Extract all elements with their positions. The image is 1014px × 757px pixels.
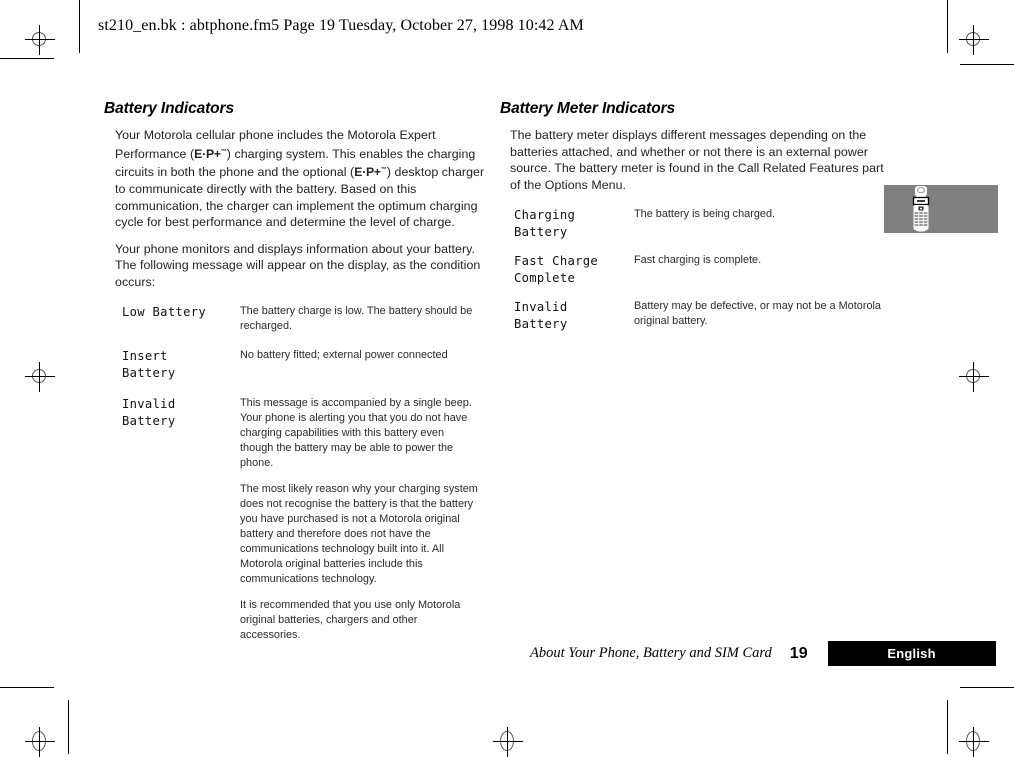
indicator-description: No battery fitted; external power connec… [240, 348, 480, 396]
registration-vline [39, 727, 40, 757]
trim-line-top-right-horizontal [960, 64, 1014, 65]
phone-illustration-icon [912, 186, 930, 232]
indicator-description: This message is accompanied by a single … [240, 396, 480, 657]
registration-mark-bottom-left [25, 727, 55, 757]
illustration-box [884, 185, 998, 233]
trim-line-bottom-right-horizontal [960, 687, 1014, 688]
description-paragraph: This message is accompanied by a single … [240, 397, 472, 470]
description-paragraph: Battery may be defective, or may not be … [634, 300, 881, 328]
registration-vline [39, 362, 40, 392]
table-row: Low Battery The battery charge is low. T… [122, 304, 480, 348]
paragraph-phone-monitors: Your phone monitors and displays informa… [115, 241, 481, 289]
footer-language-badge: English [827, 641, 996, 666]
description-paragraph: It is recommended that you use only Moto… [240, 599, 461, 642]
ep-logo-text: E·P+ [194, 146, 221, 161]
table-row: Insert Battery No battery fitted; extern… [122, 348, 480, 396]
registration-vline [973, 727, 974, 757]
registration-mark-bottom-right [959, 727, 989, 757]
footer-page-number: 19 [789, 644, 808, 662]
registration-vline [39, 25, 40, 55]
footer-chapter-title: About Your Phone, Battery and SIM Card [530, 645, 772, 661]
registration-mark-mid-right [959, 362, 989, 392]
ep-logo-text: E·P+ [354, 165, 381, 180]
description-paragraph: The most likely reason why your charging… [240, 483, 478, 586]
indicator-term: Insert Battery [122, 349, 176, 381]
registration-mark-top-left [25, 25, 55, 55]
registration-hline [25, 376, 55, 377]
registration-mark-mid-left [25, 362, 55, 392]
ep-logo-1: E·P+™ [194, 147, 227, 161]
trim-line-bottom-left-horizontal [0, 687, 54, 688]
indicator-term: Low Battery [122, 305, 207, 320]
paragraph-battery-meter-intro: The battery meter displays different mes… [510, 128, 884, 192]
description-paragraph: No battery fitted; external power connec… [240, 349, 448, 362]
battery-meter-indicators-table: Charging Battery The battery is being ch… [514, 207, 884, 345]
indicator-term: Invalid Battery [122, 397, 176, 429]
registration-vline [973, 362, 974, 392]
paragraph-expert-performance: Your Motorola cellular phone includes th… [104, 127, 486, 231]
trim-line-top-right-vertical [947, 0, 948, 53]
registration-hline [25, 741, 55, 742]
table-row: Invalid Battery Battery may be defective… [514, 299, 884, 345]
trim-line-bottom-left-vertical [68, 700, 69, 754]
indicator-term: Invalid Battery [514, 300, 568, 332]
indicator-description: Battery may be defective, or may not be … [634, 299, 884, 345]
registration-vline [973, 25, 974, 55]
section-title-battery-indicators: Battery Indicators [104, 100, 234, 117]
registration-vline [507, 727, 508, 757]
table-row: Fast Charge Complete Fast charging is co… [514, 253, 884, 299]
trim-line-top-left-horizontal [0, 58, 54, 59]
registration-mark-bottom-center [493, 727, 523, 757]
right-column: Battery Meter Indicators The battery met… [500, 100, 886, 345]
trim-line-bottom-right-vertical [947, 700, 948, 754]
description-paragraph: The battery is being charged. [634, 208, 776, 221]
registration-mark-top-right [959, 25, 989, 55]
indicator-term: Fast Charge Complete [514, 254, 599, 286]
ep-logo-2: E·P+™ [354, 165, 387, 179]
page-header-filename: st210_en.bk : abtphone.fm5 Page 19 Tuesd… [98, 17, 584, 34]
description-paragraph: The battery charge is low. The battery s… [240, 305, 473, 333]
table-row: Invalid Battery This message is accompan… [122, 396, 480, 657]
page-footer: About Your Phone, Battery and SIM Card 1… [530, 641, 996, 666]
registration-hline [25, 39, 55, 40]
indicator-description: The battery is being charged. [634, 207, 884, 253]
registration-hline [959, 376, 989, 377]
indicator-description: Fast charging is complete. [634, 253, 884, 299]
registration-hline [959, 741, 989, 742]
indicator-term: Charging Battery [514, 208, 576, 240]
battery-indicators-table: Low Battery The battery charge is low. T… [122, 304, 480, 657]
description-paragraph: Fast charging is complete. [634, 254, 762, 267]
section-title-battery-meter-indicators: Battery Meter Indicators [500, 100, 676, 117]
registration-hline [959, 39, 989, 40]
trim-line-top-left-vertical [79, 0, 80, 53]
table-row: Charging Battery The battery is being ch… [514, 207, 884, 253]
indicator-description: The battery charge is low. The battery s… [240, 304, 480, 348]
left-column: Battery Indicators Your Motorola cellula… [104, 100, 486, 657]
registration-hline [493, 741, 523, 742]
